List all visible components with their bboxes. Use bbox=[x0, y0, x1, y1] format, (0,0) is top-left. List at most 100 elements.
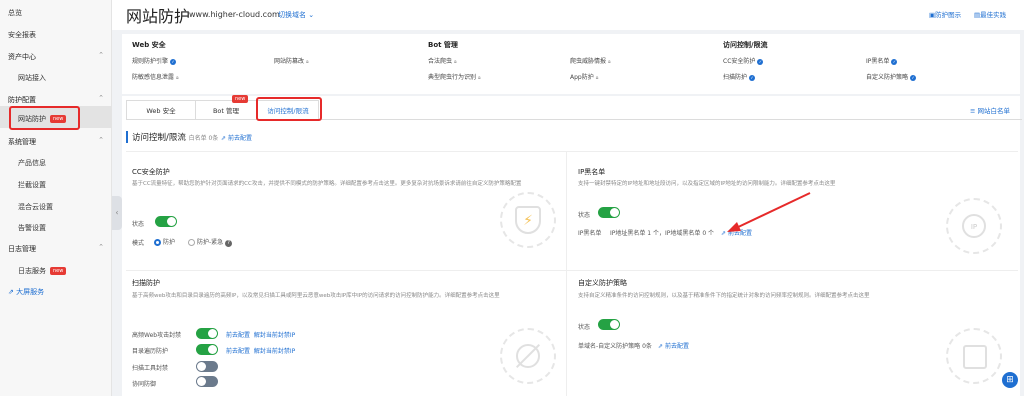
section-title-text: 访问控制/限流 bbox=[132, 133, 186, 143]
summary-item: IP黑名单 ✓ bbox=[866, 56, 898, 65]
item-label: 扫描防护 bbox=[723, 74, 748, 81]
item-label: App防护 bbox=[570, 74, 594, 81]
sidebar: 总览 安全报表 资产中心 ⌃ 网站接入 防护配置 ⌃ 网站防护 new 系统管理 … bbox=[0, 0, 112, 396]
item-label: 网站防篡改 bbox=[274, 58, 305, 65]
chevron-up-icon[interactable]: ⌃ bbox=[98, 243, 104, 251]
tab-bot-management[interactable]: Bot 管理 bbox=[195, 100, 257, 120]
summary-item: 合法爬虫 🔒︎ bbox=[428, 56, 457, 65]
scan-goto-link[interactable]: 前去配置 解封当前封禁IP bbox=[226, 346, 295, 355]
scan-row-label: 目录遍历防护 bbox=[132, 348, 169, 355]
link-label: 前去配置 bbox=[227, 135, 252, 142]
sidebar-item-label: 日志服务 bbox=[18, 267, 46, 275]
summary-item: 网站防篡改 🔒︎ bbox=[274, 56, 309, 65]
whitelist-count: 白名单 0条 bbox=[188, 135, 219, 142]
link-label: 前去配置 bbox=[226, 332, 251, 339]
card-desc-cc: 基于CC流量特征，帮助您防护针对页面请求的CC攻击，并提供不同模式的防护策略。详… bbox=[132, 181, 522, 187]
sidebar-item-security-report[interactable]: 安全报表 bbox=[8, 30, 36, 40]
scan-toggle-coop-defense[interactable] bbox=[196, 376, 218, 387]
goto-config-link[interactable]: ⇗ 前去配置 bbox=[221, 135, 252, 142]
scan-block-icon bbox=[500, 328, 556, 384]
item-label: 规则防护引擎 bbox=[132, 58, 169, 65]
list-icon: ≡ bbox=[970, 107, 978, 115]
item-label: 典型爬虫行为识别 bbox=[428, 74, 477, 81]
check-icon: ✓ bbox=[749, 74, 756, 81]
summary-acl-title: 访问控制/限流 bbox=[723, 41, 768, 49]
lock-icon: 🔒︎ bbox=[595, 75, 599, 81]
lock-icon: 🔒︎ bbox=[454, 59, 457, 65]
custom-policy-toggle[interactable] bbox=[598, 319, 620, 330]
link-label: 前去配置 bbox=[664, 343, 689, 350]
radio-label: 防护-紧急 bbox=[197, 239, 224, 246]
custom-policy-goto-link[interactable]: ⇗ 前去配置 bbox=[658, 341, 689, 350]
mode-label: 模式 bbox=[132, 240, 145, 247]
summary-item: App防护 🔒︎ bbox=[570, 72, 598, 81]
link-label: 防护图示 bbox=[935, 11, 962, 19]
ip-users-icon: IP bbox=[946, 198, 1002, 254]
item-label: IP黑名单 bbox=[866, 58, 890, 65]
status-label: 状态 bbox=[132, 221, 145, 228]
sidebar-item-product-info[interactable]: 产品信息 bbox=[18, 158, 46, 168]
check-icon: ✓ bbox=[910, 74, 917, 81]
link-label: 前去配置 bbox=[226, 348, 251, 355]
domain-name: www.higher-cloud.com bbox=[189, 10, 280, 19]
status-label: 状态 bbox=[578, 212, 591, 219]
apps-float-button[interactable]: ⊞ bbox=[1002, 372, 1018, 388]
unblock-link[interactable]: 解封当前封禁IP bbox=[254, 348, 295, 355]
card-desc-custom: 支持自定义精准条件的访问控制规则，以及基于精准条件下的指定统计对象的访问频率控制… bbox=[578, 293, 870, 299]
card-title-ip-blacklist: IP黑名单 bbox=[578, 168, 606, 176]
sidebar-item-log-service[interactable]: 日志服务 new bbox=[18, 266, 67, 276]
link-label: 最佳实践 bbox=[980, 11, 1007, 19]
item-label: 自定义防护策略 bbox=[866, 74, 909, 81]
card-title-scan: 扫描防护 bbox=[132, 279, 160, 287]
new-badge: new bbox=[50, 267, 67, 275]
mode-radio-emergency[interactable]: 防护-紧急 ? bbox=[188, 237, 233, 247]
sidebar-group-logs[interactable]: 日志管理 bbox=[8, 244, 36, 254]
chevron-up-icon[interactable]: ⌃ bbox=[98, 51, 104, 59]
sidebar-group-protection[interactable]: 防护配置 bbox=[8, 95, 36, 105]
divider bbox=[126, 270, 1018, 271]
chevron-up-icon[interactable]: ⌃ bbox=[98, 136, 104, 144]
cc-status-toggle[interactable] bbox=[155, 216, 177, 227]
sidebar-group-system[interactable]: 系统管理 bbox=[8, 137, 36, 147]
switch-domain-link[interactable]: 切换域名 ⌄ bbox=[278, 10, 314, 20]
unblock-link[interactable]: 解封当前封禁IP bbox=[254, 332, 295, 339]
ip-blacklist-toggle[interactable] bbox=[598, 207, 620, 218]
custom-policy-count: 单域名-自定义防护策略 0条 bbox=[578, 343, 652, 350]
highlight-box bbox=[9, 106, 80, 130]
sidebar-item-big-screen[interactable]: ⇗ 大屏服务 bbox=[8, 287, 44, 297]
grid-icon: ⊞ bbox=[1006, 375, 1014, 385]
sidebar-item-overview[interactable]: 总览 bbox=[8, 8, 22, 18]
radio-label: 防护 bbox=[163, 239, 176, 246]
scan-goto-link[interactable]: 前去配置 解封当前封禁IP bbox=[226, 330, 295, 339]
scan-toggle-tool-block[interactable] bbox=[196, 361, 218, 372]
divider bbox=[126, 151, 1018, 152]
lock-icon: 🔒︎ bbox=[176, 75, 179, 81]
chevron-down-icon: ⌄ bbox=[308, 11, 315, 19]
chevron-up-icon[interactable]: ⌃ bbox=[98, 94, 104, 102]
sidebar-group-assets[interactable]: 资产中心 bbox=[8, 52, 36, 62]
sidebar-item-block-settings[interactable]: 拦截设置 bbox=[18, 180, 46, 190]
new-badge: new bbox=[232, 95, 249, 103]
scan-toggle-web-attack[interactable] bbox=[196, 328, 218, 339]
check-icon: ✓ bbox=[757, 58, 764, 65]
summary-item: 典型爬虫行为识别 🔒︎ bbox=[428, 72, 481, 81]
website-whitelist-link[interactable]: ≡ 网站白名单 bbox=[970, 105, 1010, 115]
scan-toggle-dir-traversal[interactable] bbox=[196, 344, 218, 355]
ip-blacklist-label: IP黑名单 bbox=[578, 230, 602, 237]
summary-web-title: Web 安全 bbox=[132, 41, 166, 49]
scan-row-label: 高频Web攻击封禁 bbox=[132, 332, 182, 339]
divider bbox=[566, 151, 567, 396]
link-label: 网站白名单 bbox=[977, 107, 1011, 115]
sidebar-item-alert-settings[interactable]: 告警设置 bbox=[18, 223, 46, 233]
best-practice-link[interactable]: ▤最佳实践 bbox=[974, 9, 1006, 19]
shield-lightning-icon: ⚡︎ bbox=[500, 192, 556, 248]
tab-web-security[interactable]: Web 安全 bbox=[126, 100, 196, 120]
protection-diagram-link[interactable]: ▣防护图示 bbox=[929, 9, 961, 19]
sidebar-item-site-access[interactable]: 网站接入 bbox=[18, 73, 46, 83]
mode-radio-protect[interactable]: 防护 bbox=[154, 237, 175, 246]
highlight-box bbox=[256, 97, 322, 121]
switch-domain-label: 切换域名 bbox=[278, 11, 306, 19]
sidebar-item-hybrid-cloud[interactable]: 混合云设置 bbox=[18, 202, 53, 212]
page-title: 网站防护 bbox=[126, 7, 191, 26]
card-title-cc: CC安全防护 bbox=[132, 168, 170, 176]
